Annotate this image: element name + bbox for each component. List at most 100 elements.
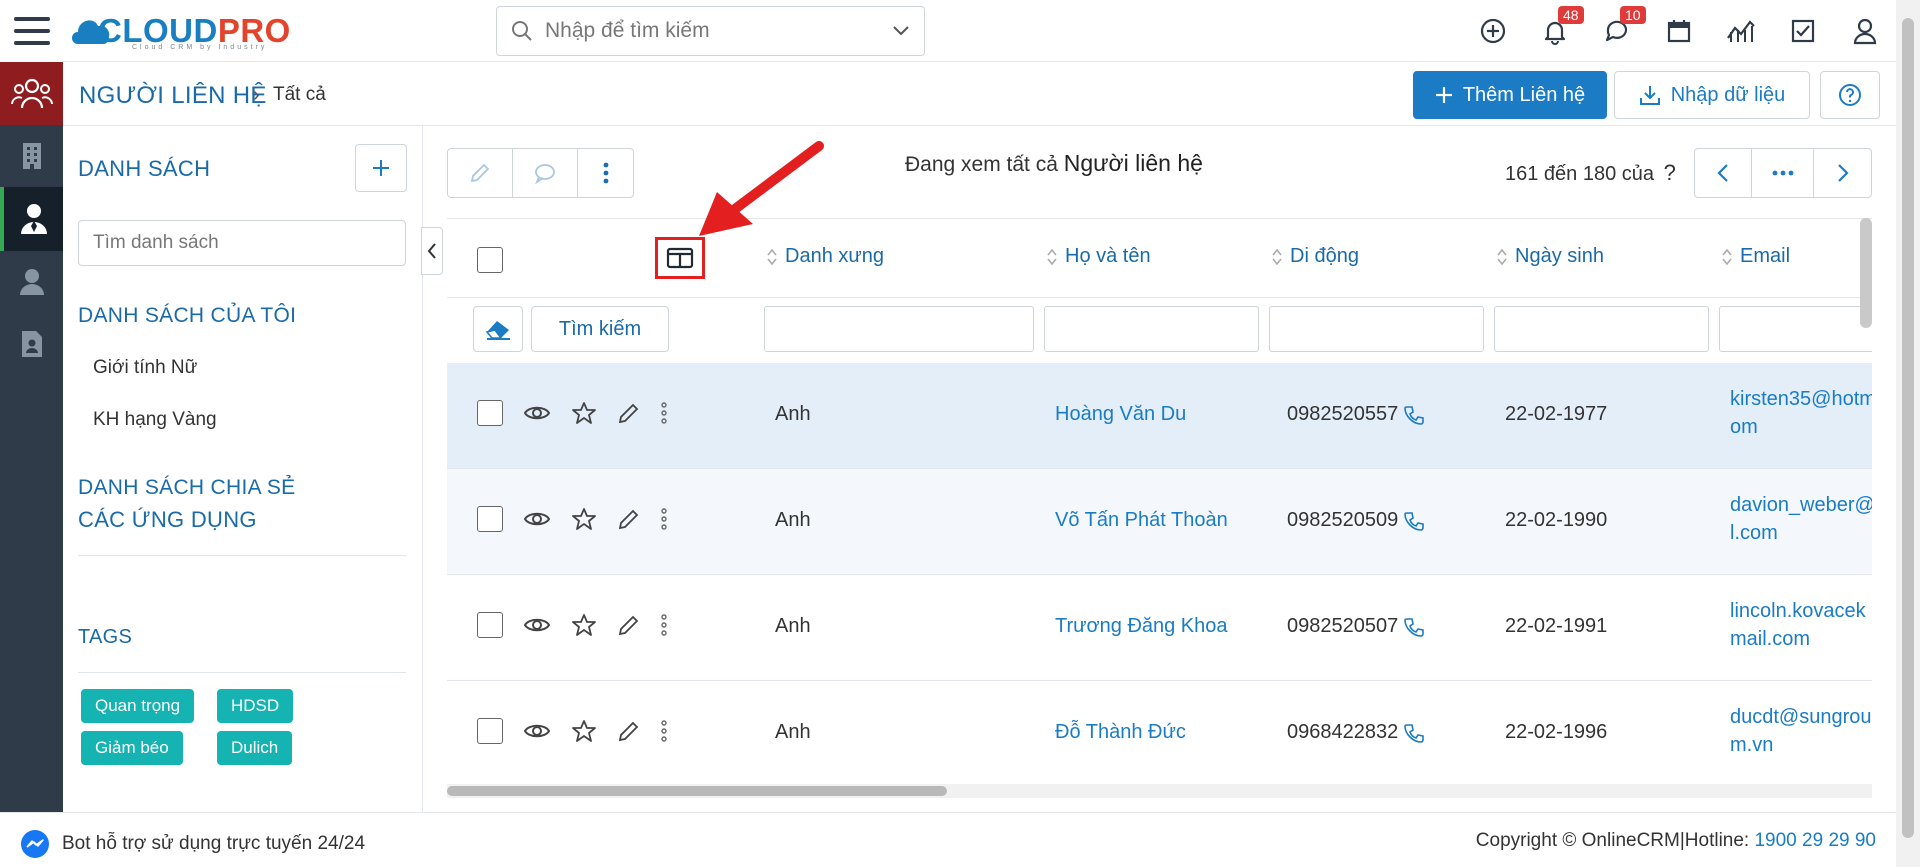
add-contact-button[interactable]: Thêm Liên hệ: [1413, 71, 1607, 119]
support-bot-link[interactable]: Bot hỗ trợ sử dụng trực tuyến 24/24: [20, 829, 365, 859]
collapse-sidebar-button[interactable]: [421, 227, 443, 275]
table-row[interactable]: Anh Hoàng Văn Du 0982520557 22-02-1977 k…: [447, 363, 1872, 469]
rail-item-leads[interactable]: [0, 251, 63, 313]
filter-search-button[interactable]: Tìm kiếm: [531, 306, 669, 352]
calendar-button[interactable]: [1648, 0, 1710, 62]
horizontal-scroll-thumb[interactable]: [447, 786, 947, 796]
eye-icon[interactable]: [523, 615, 551, 635]
star-icon[interactable]: [571, 613, 597, 637]
eye-icon[interactable]: [523, 403, 551, 423]
contact-name-link[interactable]: Đỗ Thành Đức: [1055, 721, 1186, 744]
row-checkbox[interactable]: [477, 718, 503, 744]
chevron-down-icon[interactable]: [892, 25, 910, 37]
previous-page-button[interactable]: [1695, 149, 1752, 197]
import-data-button[interactable]: Nhập dữ liệu: [1614, 71, 1810, 119]
email-link[interactable]: lincoln.kovacek mail.com: [1730, 597, 1872, 653]
next-page-button[interactable]: [1814, 149, 1871, 197]
eye-icon[interactable]: [523, 509, 551, 529]
notifications-button[interactable]: 48: [1524, 0, 1586, 62]
phone-icon[interactable]: [1404, 511, 1425, 531]
column-header-mobile[interactable]: Di động: [1272, 245, 1359, 268]
tag-chip[interactable]: Giảm béo: [81, 731, 183, 765]
columns-layout-icon: [666, 247, 694, 269]
total-count-button[interactable]: ?: [1664, 160, 1676, 185]
more-vertical-icon[interactable]: [661, 613, 667, 637]
filter-salutation-input[interactable]: [764, 306, 1034, 352]
star-icon[interactable]: [571, 401, 597, 425]
column-header-email[interactable]: Email: [1722, 245, 1790, 268]
mass-edit-button[interactable]: [448, 149, 513, 197]
contact-name-link[interactable]: Hoàng Văn Du: [1055, 403, 1186, 426]
tag-chip[interactable]: HDSD: [217, 689, 294, 723]
page-vertical-scrollbar[interactable]: [1896, 0, 1920, 867]
breadcrumb-module[interactable]: NGƯỜI LIÊN HỆ: [79, 82, 267, 110]
mass-comment-button[interactable]: [513, 149, 578, 197]
rail-item-organizations[interactable]: [0, 125, 63, 187]
list-item[interactable]: KH hạng Vàng: [93, 409, 217, 431]
clear-filter-button[interactable]: [473, 306, 523, 352]
users-group-icon: [10, 78, 53, 108]
phone-icon[interactable]: [1404, 617, 1425, 637]
star-icon[interactable]: [571, 719, 597, 743]
page-jump-button[interactable]: [1752, 149, 1814, 197]
more-vertical-icon[interactable]: [661, 401, 667, 425]
table-horizontal-scrollbar[interactable]: [447, 784, 1872, 798]
rail-item-documents[interactable]: [0, 313, 63, 375]
sort-icon: [767, 248, 777, 265]
more-actions-button[interactable]: [578, 149, 633, 197]
help-button[interactable]: [1820, 71, 1880, 119]
column-header-birthday[interactable]: Ngày sinh: [1497, 245, 1604, 268]
menu-icon[interactable]: [0, 0, 63, 62]
table-row[interactable]: Anh Võ Tấn Phát Thoàn 0982520509 22-02-1…: [447, 469, 1872, 575]
email-link[interactable]: ducdt@sungrou m.vn: [1730, 703, 1872, 759]
row-checkbox[interactable]: [477, 506, 503, 532]
more-vertical-icon[interactable]: [661, 719, 667, 743]
messages-button[interactable]: 10: [1586, 0, 1648, 62]
contact-name-link[interactable]: Trương Đăng Khoa: [1055, 615, 1228, 638]
rail-item-contacts[interactable]: [0, 187, 63, 251]
select-all-checkbox[interactable]: [477, 247, 503, 273]
table-row[interactable]: Anh Trương Đăng Khoa 0982520507 22-02-19…: [447, 575, 1872, 681]
phone-icon[interactable]: [1404, 723, 1425, 743]
contact-name-link[interactable]: Võ Tấn Phát Thoàn: [1055, 509, 1228, 532]
tag-chip[interactable]: Dulich: [217, 731, 293, 765]
row-actions: [477, 400, 667, 426]
add-list-button[interactable]: [355, 144, 407, 192]
filter-birthday-input[interactable]: [1494, 306, 1709, 352]
hotline-link[interactable]: 1900 29 29 90: [1754, 830, 1876, 851]
pencil-icon[interactable]: [617, 507, 641, 531]
pencil-icon[interactable]: [617, 401, 641, 425]
filter-fullname-input[interactable]: [1044, 306, 1259, 352]
user-profile-button[interactable]: [1834, 0, 1896, 62]
pencil-icon[interactable]: [617, 613, 641, 637]
filter-email-input[interactable]: [1719, 306, 1872, 352]
rail-item-contacts-group[interactable]: [0, 62, 63, 125]
row-checkbox[interactable]: [477, 612, 503, 638]
copyright-text: Copyright © OnlineCRM|Hotline:: [1475, 830, 1750, 851]
eye-icon[interactable]: [523, 721, 551, 741]
column-config-button[interactable]: [655, 237, 705, 279]
table-row[interactable]: Anh Đỗ Thành Đức 0968422832 22-02-1996 d…: [447, 681, 1872, 787]
quick-create-button[interactable]: [1462, 0, 1524, 62]
global-search[interactable]: [496, 6, 925, 56]
pencil-icon: [470, 163, 490, 183]
email-link[interactable]: davion_weber@ l.com: [1730, 491, 1872, 547]
star-icon[interactable]: [571, 507, 597, 531]
more-vertical-icon[interactable]: [661, 507, 667, 531]
filter-mobile-input[interactable]: [1269, 306, 1484, 352]
global-search-input[interactable]: [545, 19, 892, 43]
tasks-button[interactable]: [1772, 0, 1834, 62]
brand-logo[interactable]: CLOUDPRO Cloud CRM by Industry: [72, 6, 291, 56]
column-header-fullname[interactable]: Họ và tên: [1047, 245, 1151, 268]
list-item[interactable]: Giới tính Nữ: [93, 357, 197, 379]
email-link[interactable]: kirsten35@hotm om: [1730, 385, 1872, 441]
row-checkbox[interactable]: [477, 400, 503, 426]
pencil-icon[interactable]: [617, 719, 641, 743]
phone-icon[interactable]: [1404, 405, 1425, 425]
table-vertical-scrollbar[interactable]: [1860, 218, 1872, 328]
page-scroll-thumb[interactable]: [1902, 18, 1914, 838]
column-header-salutation[interactable]: Danh xưng: [767, 245, 884, 268]
reports-button[interactable]: [1710, 0, 1772, 62]
list-search-input[interactable]: Tìm danh sách: [78, 220, 406, 266]
tag-chip[interactable]: Quan trọng: [81, 689, 195, 723]
